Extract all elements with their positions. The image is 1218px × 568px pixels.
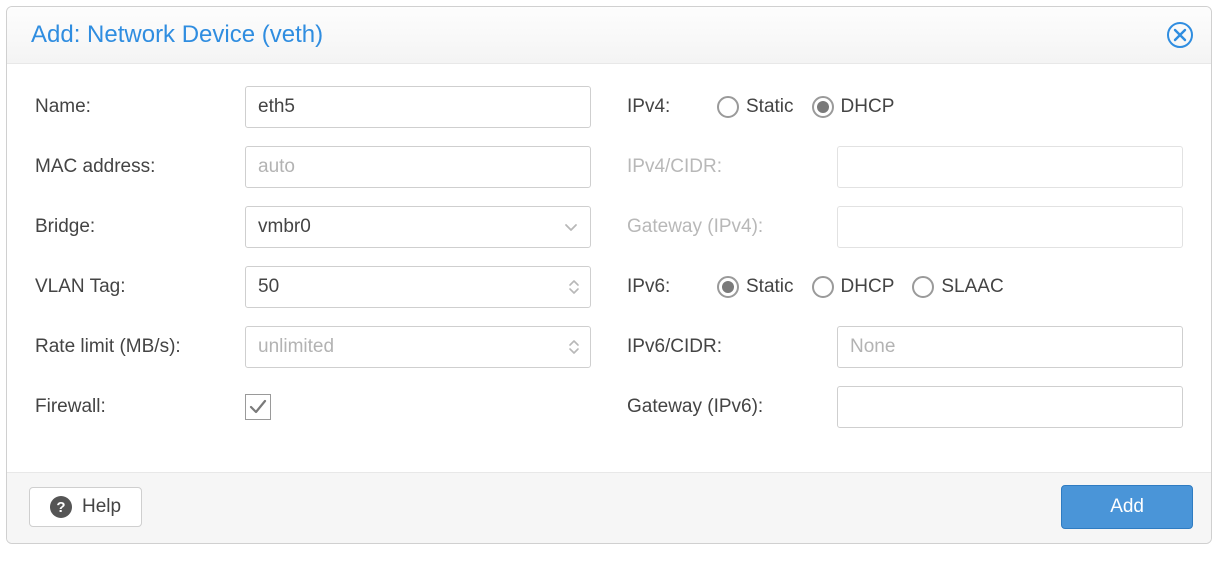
close-icon [1173, 28, 1187, 42]
vlan-value: 50 [258, 276, 568, 298]
radio-icon [717, 276, 739, 298]
dialog-header: Add: Network Device (veth) [7, 7, 1211, 64]
firewall-checkbox[interactable] [245, 394, 271, 420]
bridge-value: vmbr0 [258, 216, 562, 238]
rate-placeholder: unlimited [258, 336, 568, 358]
field-gw4: Gateway (IPv4): [627, 206, 1183, 248]
left-column: Name: MAC address: Bridge: vmbr0 [35, 86, 591, 446]
help-button[interactable]: ? Help [29, 487, 142, 527]
ipv6-slaac-radio[interactable]: SLAAC [912, 276, 1003, 298]
radio-icon [912, 276, 934, 298]
spinner-arrows-icon [568, 339, 580, 355]
ipv4-label: IPv4: [627, 96, 717, 118]
rate-label: Rate limit (MB/s): [35, 336, 245, 358]
ipv6-dhcp-radio[interactable]: DHCP [812, 276, 895, 298]
name-label: Name: [35, 96, 245, 118]
field-rate: Rate limit (MB/s): unlimited [35, 326, 591, 368]
radio-icon [812, 96, 834, 118]
ipv6-label: IPv6: [627, 276, 717, 298]
ipv4-static-radio[interactable]: Static [717, 96, 794, 118]
check-icon [248, 397, 268, 417]
gw4-input [837, 206, 1183, 248]
ipv4-dhcp-radio[interactable]: DHCP [812, 96, 895, 118]
ipv4-static-label: Static [746, 96, 794, 118]
field-name: Name: [35, 86, 591, 128]
vlan-label: VLAN Tag: [35, 276, 245, 298]
ipv6-static-label: Static [746, 276, 794, 298]
help-label: Help [82, 496, 121, 518]
gw6-input[interactable] [837, 386, 1183, 428]
ipv6cidr-input[interactable] [837, 326, 1183, 368]
ipv6-slaac-label: SLAAC [941, 276, 1003, 298]
ipv6-dhcp-label: DHCP [841, 276, 895, 298]
ipv4-dhcp-label: DHCP [841, 96, 895, 118]
field-mac: MAC address: [35, 146, 591, 188]
field-ipv6-mode: IPv6: Static DHCP SLAAC [627, 266, 1183, 308]
add-button[interactable]: Add [1061, 485, 1193, 529]
dialog-body: Name: MAC address: Bridge: vmbr0 [7, 64, 1211, 472]
bridge-select[interactable]: vmbr0 [245, 206, 591, 248]
ipv4cidr-label: IPv4/CIDR: [627, 156, 837, 178]
dialog-footer: ? Help Add [7, 472, 1211, 543]
close-button[interactable] [1167, 22, 1193, 48]
ipv6-static-radio[interactable]: Static [717, 276, 794, 298]
ipv4-radio-group: Static DHCP [717, 96, 1183, 118]
field-gw6: Gateway (IPv6): [627, 386, 1183, 428]
radio-icon [812, 276, 834, 298]
field-ipv4cidr: IPv4/CIDR: [627, 146, 1183, 188]
gw6-label: Gateway (IPv6): [627, 396, 837, 418]
bridge-label: Bridge: [35, 216, 245, 238]
radio-icon [717, 96, 739, 118]
field-bridge: Bridge: vmbr0 [35, 206, 591, 248]
ipv6-radio-group: Static DHCP SLAAC [717, 276, 1183, 298]
mac-label: MAC address: [35, 156, 245, 178]
field-firewall: Firewall: [35, 386, 591, 428]
rate-input[interactable]: unlimited [245, 326, 591, 368]
dialog: Add: Network Device (veth) Name: MAC add… [6, 6, 1212, 544]
name-input[interactable] [245, 86, 591, 128]
spinner-arrows-icon [568, 279, 580, 295]
ipv6cidr-label: IPv6/CIDR: [627, 336, 837, 358]
field-ipv6cidr: IPv6/CIDR: [627, 326, 1183, 368]
field-vlan: VLAN Tag: 50 [35, 266, 591, 308]
chevron-down-icon [562, 222, 580, 232]
mac-input[interactable] [245, 146, 591, 188]
vlan-input[interactable]: 50 [245, 266, 591, 308]
dialog-title: Add: Network Device (veth) [31, 21, 323, 49]
ipv4cidr-input [837, 146, 1183, 188]
help-icon: ? [50, 496, 72, 518]
right-column: IPv4: Static DHCP IPv4/CIDR: [627, 86, 1183, 446]
gw4-label: Gateway (IPv4): [627, 216, 837, 238]
field-ipv4-mode: IPv4: Static DHCP [627, 86, 1183, 128]
firewall-label: Firewall: [35, 396, 245, 418]
